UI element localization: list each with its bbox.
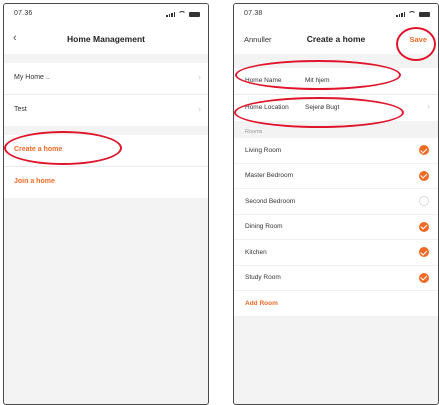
- add-room-label: Add Room: [245, 299, 278, 307]
- page-title: Home Management: [67, 34, 145, 44]
- room-label: Study Room: [245, 274, 281, 281]
- navigation-bar: ‹ Home Management: [4, 24, 208, 54]
- phone-screen-home-management: 07.36 ‹ Home Management My Home .. › Tes…: [3, 3, 209, 405]
- chevron-right-icon: ›: [198, 104, 201, 114]
- create-home-button[interactable]: Create a home: [4, 135, 208, 167]
- checkmark-circle-icon[interactable]: [419, 272, 429, 283]
- room-label: Kitchen: [245, 248, 267, 256]
- save-button[interactable]: Save: [409, 35, 427, 44]
- checkmark-circle-icon[interactable]: [419, 247, 429, 257]
- status-bar: 07.38: [234, 4, 438, 24]
- chevron-right-icon: ›: [198, 72, 201, 82]
- join-home-label: Join a home: [14, 178, 55, 185]
- home-details-form: Home Name Mit hjem Home Location Sejerø …: [234, 68, 438, 121]
- rooms-list: Living Room Master Bedroom Second Bedroo…: [234, 138, 438, 317]
- add-room-button[interactable]: Add Room: [234, 291, 438, 317]
- status-time: 07.36: [14, 10, 33, 17]
- home-name-value: Mit hjem: [305, 77, 330, 84]
- home-name-label: Home Name: [245, 77, 282, 84]
- checkmark-circle-icon[interactable]: [419, 221, 429, 232]
- page-title: Create a home: [306, 34, 366, 44]
- status-icons: [166, 11, 200, 17]
- room-item-master-bedroom[interactable]: Master Bedroom: [234, 164, 438, 189]
- signal-icon: [166, 12, 175, 17]
- room-item-second-bedroom[interactable]: Second Bedroom: [234, 189, 438, 215]
- checkmark-circle-icon[interactable]: [419, 145, 429, 155]
- list-item-label: My Home ..: [14, 74, 50, 81]
- status-time: 07.38: [244, 10, 263, 17]
- room-label: Living Room: [245, 146, 282, 154]
- status-icons: [396, 11, 430, 17]
- list-item-test[interactable]: Test ›: [4, 95, 208, 126]
- room-item-living-room[interactable]: Living Room: [234, 138, 438, 164]
- signal-icon: [396, 12, 405, 17]
- chevron-right-icon: ›: [427, 101, 430, 111]
- list-item-label: Test: [14, 106, 27, 113]
- home-location-label: Home Location: [245, 104, 289, 111]
- status-bar: 07.36: [4, 4, 208, 24]
- room-label: Second Bedroom: [245, 197, 296, 205]
- create-home-label: Create a home: [14, 146, 63, 153]
- home-list: My Home .. › Test ›: [4, 63, 208, 126]
- join-home-button[interactable]: Join a home: [4, 167, 208, 198]
- checkmark-circle-icon[interactable]: [419, 196, 429, 206]
- room-label: Master Bedroom: [245, 172, 294, 179]
- rooms-caption: Rooms: [245, 129, 263, 135]
- checkmark-circle-icon[interactable]: [419, 170, 429, 181]
- battery-icon: [189, 12, 200, 17]
- room-item-kitchen[interactable]: Kitchen: [234, 240, 438, 266]
- home-location-field[interactable]: Home Location Sejerø Bugt ›: [234, 95, 438, 121]
- navigation-bar: Annuller Create a home Save: [234, 24, 438, 54]
- list-item-my-home[interactable]: My Home .. ›: [4, 63, 208, 95]
- home-name-field[interactable]: Home Name Mit hjem: [234, 68, 438, 95]
- room-label: Dining Room: [245, 223, 283, 230]
- phone-screen-create-home: 07.38 Annuller Create a home Save Home N…: [233, 3, 439, 405]
- wifi-icon: [178, 11, 186, 17]
- home-actions: Create a home Join a home: [4, 135, 208, 198]
- room-item-study-room[interactable]: Study Room: [234, 266, 438, 291]
- wifi-icon: [408, 11, 416, 17]
- room-item-dining-room[interactable]: Dining Room: [234, 215, 438, 240]
- battery-icon: [419, 12, 430, 17]
- home-location-value: Sejerø Bugt: [305, 104, 340, 111]
